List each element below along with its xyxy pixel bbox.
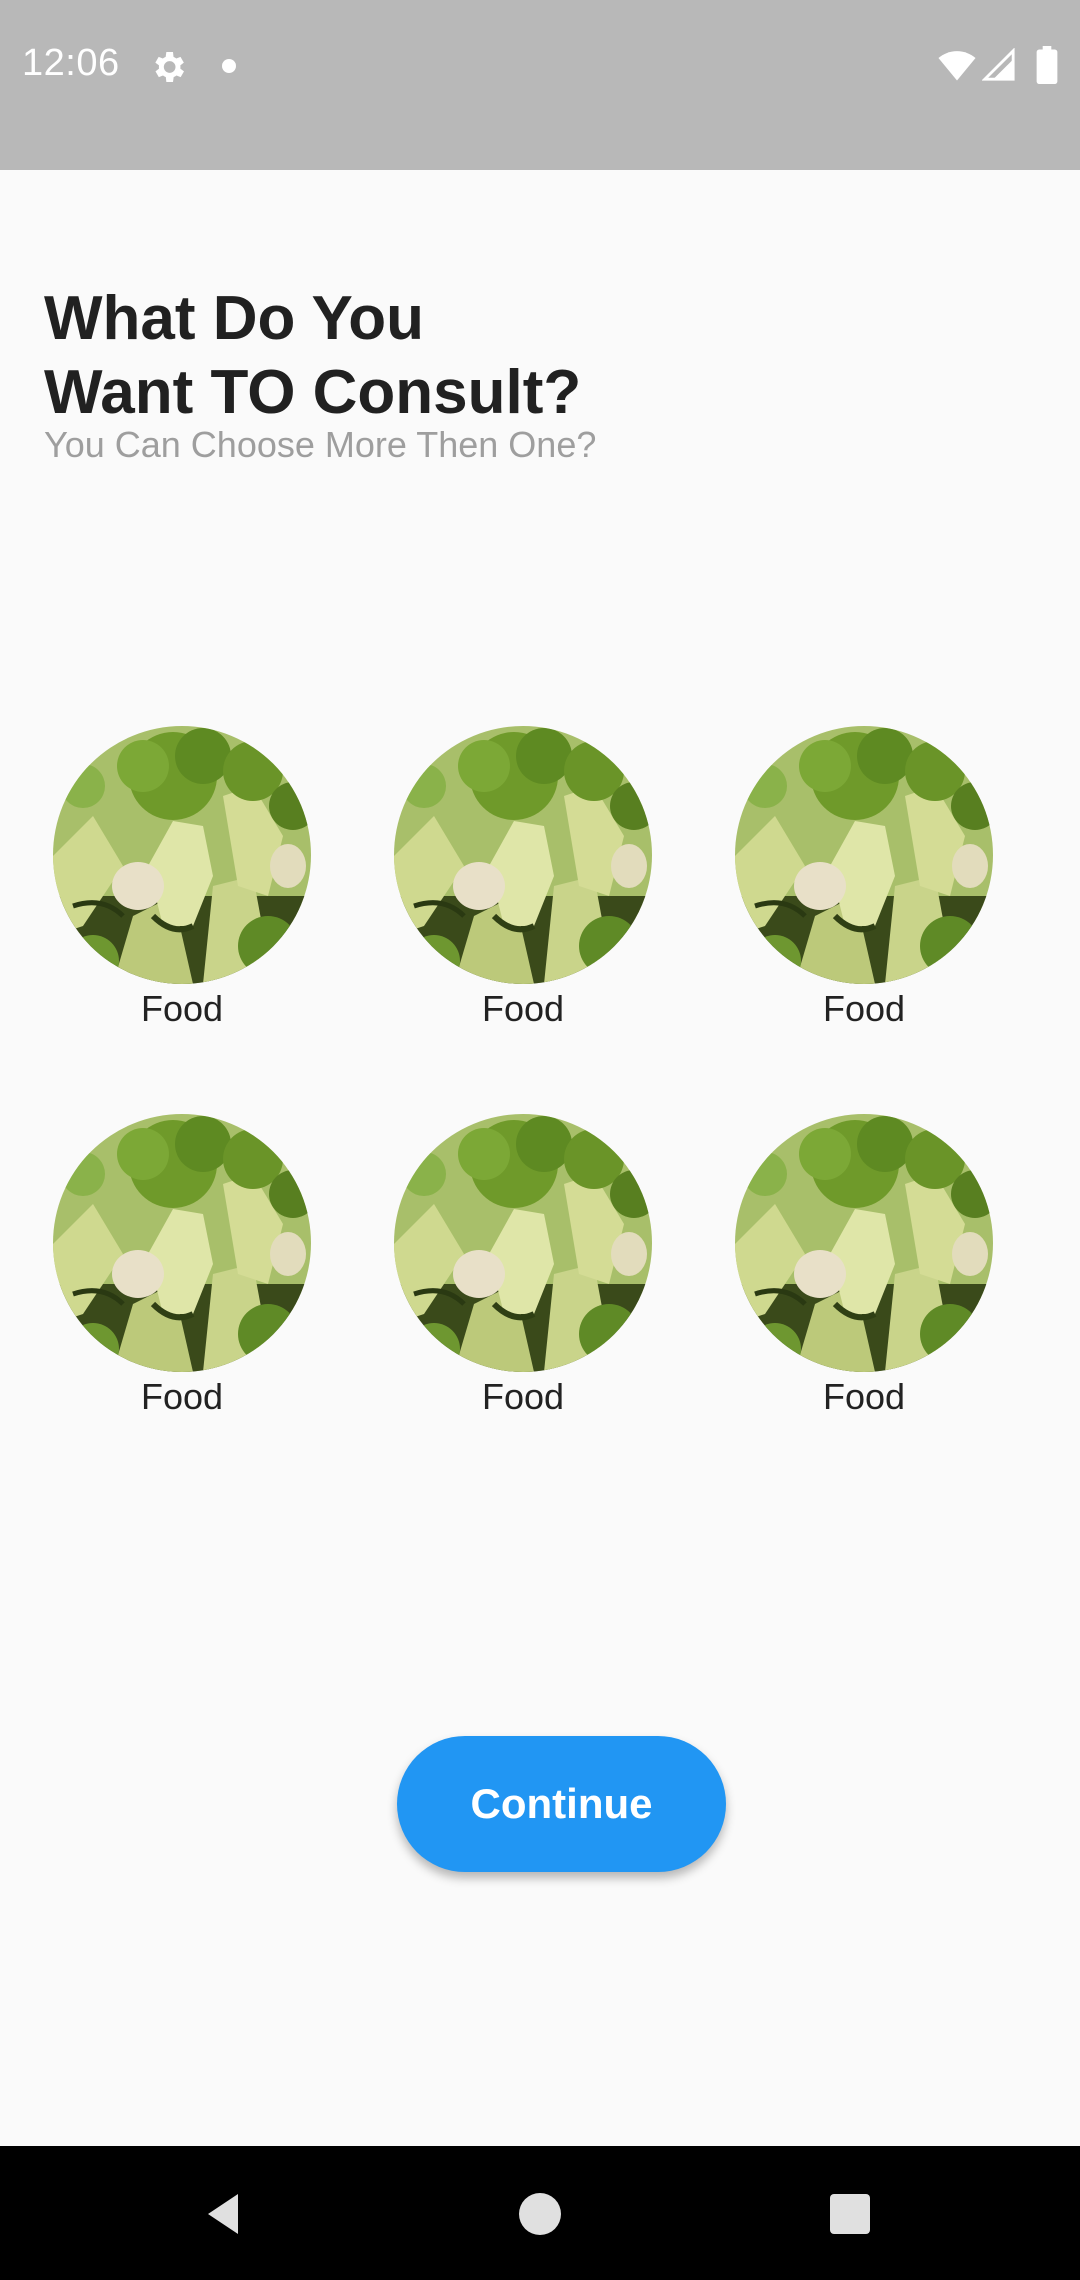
category-image bbox=[735, 726, 993, 984]
status-bar: 12:06 bbox=[0, 0, 1080, 170]
category-item[interactable]: Food bbox=[735, 1114, 993, 1444]
category-image bbox=[53, 1114, 311, 1372]
category-item[interactable]: Food bbox=[394, 726, 652, 1056]
wifi-icon bbox=[938, 48, 976, 82]
navigation-bar bbox=[0, 2146, 1080, 2280]
category-image bbox=[394, 1114, 652, 1372]
gear-icon bbox=[148, 47, 188, 87]
category-label: Food bbox=[481, 1376, 565, 1417]
continue-button[interactable]: Continue bbox=[397, 1736, 726, 1872]
signal-icon bbox=[981, 47, 1016, 82]
category-image bbox=[53, 726, 311, 984]
category-image bbox=[735, 1114, 993, 1372]
category-item[interactable]: Food bbox=[735, 726, 993, 1056]
category-item[interactable]: Food bbox=[394, 1114, 652, 1444]
recents-icon[interactable] bbox=[830, 2194, 870, 2234]
category-label: Food bbox=[140, 1376, 224, 1417]
category-label: Food bbox=[140, 988, 224, 1029]
battery-icon bbox=[1036, 46, 1058, 84]
category-image bbox=[394, 726, 652, 984]
category-grid: Food Food Food Food Food Food bbox=[0, 726, 1080, 1426]
category-label: Food bbox=[481, 988, 565, 1029]
category-label: Food bbox=[822, 1376, 906, 1417]
page-title: What Do You Want TO Consult? bbox=[44, 284, 582, 427]
notification-dot-icon bbox=[222, 59, 236, 73]
home-icon[interactable] bbox=[519, 2193, 561, 2235]
category-item[interactable]: Food bbox=[53, 1114, 311, 1444]
back-icon[interactable] bbox=[200, 2190, 248, 2238]
page-subtitle: You Can Choose More Then One? bbox=[44, 424, 597, 465]
category-label: Food bbox=[822, 988, 906, 1029]
status-time: 12:06 bbox=[22, 42, 120, 84]
category-item[interactable]: Food bbox=[53, 726, 311, 1056]
